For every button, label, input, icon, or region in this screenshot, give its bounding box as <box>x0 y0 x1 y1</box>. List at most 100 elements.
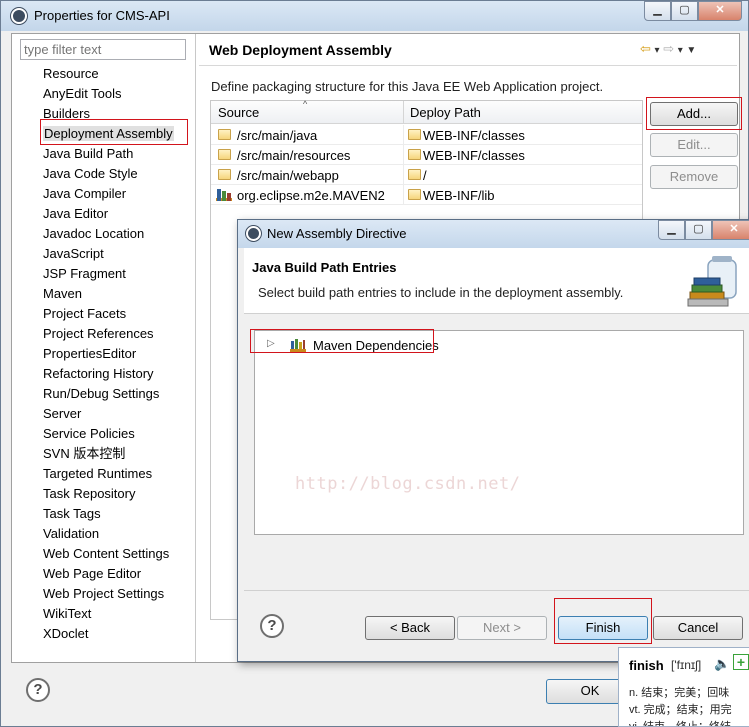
sidebar-item[interactable]: AnyEdit Tools <box>43 84 174 104</box>
source-cell: org.eclipse.m2e.MAVEN2 <box>237 188 385 203</box>
sidebar-item-label: AnyEdit Tools <box>43 86 122 101</box>
sidebar-item[interactable]: Validation <box>43 524 174 544</box>
sidebar-item[interactable]: Project References <box>43 324 174 344</box>
dialog-title: New Assembly Directive <box>267 226 407 241</box>
sidebar-item[interactable]: Task Repository <box>43 484 174 504</box>
sidebar-item[interactable]: JavaScript <box>43 244 174 264</box>
sidebar-divider <box>195 34 196 662</box>
sidebar-item[interactable]: Resource <box>43 64 174 84</box>
sidebar-item[interactable]: Web Project Settings <box>43 584 174 604</box>
column-divider[interactable] <box>403 101 404 124</box>
sidebar-item-label: Resource <box>43 66 99 81</box>
back-button[interactable]: < Back <box>365 616 455 640</box>
build-path-tree[interactable]: ▷ Maven Dependencies http://blog.csdn.ne… <box>254 330 744 535</box>
dialog-maximize-button[interactable]: ▢ <box>685 220 712 240</box>
sidebar-item-label: Java Build Path <box>43 146 134 161</box>
view-menu-icon[interactable]: ▼ <box>686 45 696 56</box>
sidebar-item[interactable]: Run/Debug Settings <box>43 384 174 404</box>
sidebar-item[interactable]: Java Code Style <box>43 164 174 184</box>
sidebar-item[interactable]: Java Compiler <box>43 184 174 204</box>
cell-divider <box>403 185 404 205</box>
sidebar-item-label: XDoclet <box>43 626 89 641</box>
dialog-titlebar[interactable]: New Assembly Directive ▁ ▢ ✕ <box>238 220 749 248</box>
cancel-button[interactable]: Cancel <box>653 616 743 640</box>
column-header-deploy-path[interactable]: Deploy Path <box>410 105 481 120</box>
dictionary-popup: finish ['fɪnɪʃ] 🔈 + n. 结束；完美；回味 vt. 完成；结… <box>618 647 749 727</box>
sidebar-item-label: Run/Debug Settings <box>43 386 160 401</box>
column-header-source[interactable]: Source <box>218 105 259 120</box>
add-word-icon[interactable]: + <box>733 654 749 670</box>
sidebar-item[interactable]: Java Editor <box>43 204 174 224</box>
sidebar-item[interactable]: Web Content Settings <box>43 544 174 564</box>
sidebar-item[interactable]: Targeted Runtimes <box>43 464 174 484</box>
back-arrow-icon[interactable]: ⇦ <box>640 41 651 56</box>
eclipse-icon <box>11 8 27 24</box>
sidebar-item[interactable]: WikiText <box>43 604 174 624</box>
window-titlebar[interactable]: Properties for CMS-API ▁ ▢ ✕ <box>1 1 748 31</box>
sidebar-item-label: Project References <box>43 326 154 341</box>
table-row[interactable]: org.eclipse.m2e.MAVEN2 WEB-INF/lib <box>211 185 642 205</box>
sidebar-item-label: SVN 版本控制 <box>43 446 126 461</box>
sidebar-item-label: WikiText <box>43 606 92 621</box>
sidebar-item[interactable]: Refactoring History <box>43 364 174 384</box>
sidebar-item[interactable]: Web Page Editor <box>43 564 174 584</box>
deploy-path-cell: / <box>423 168 427 183</box>
minimize-button[interactable]: ▁ <box>644 1 671 21</box>
remove-button[interactable]: Remove <box>650 165 738 189</box>
dict-word: finish <box>629 658 664 673</box>
dialog-help-icon[interactable]: ? <box>260 614 284 638</box>
edit-button[interactable]: Edit... <box>650 133 738 157</box>
sidebar-item-label: Java Compiler <box>43 186 127 201</box>
sidebar-item[interactable]: Service Policies <box>43 424 174 444</box>
next-button[interactable]: Next > <box>457 616 547 640</box>
sidebar-item[interactable]: PropertiesEditor <box>43 344 174 364</box>
selection-highlight-box <box>40 119 188 145</box>
sidebar-item-label: Server <box>43 406 82 421</box>
sidebar-item[interactable]: XDoclet <box>43 624 174 644</box>
sidebar-item-label: Javadoc Location <box>43 226 145 241</box>
sidebar-item[interactable]: Server <box>43 404 174 424</box>
sidebar-item-label: Project Facets <box>43 306 127 321</box>
help-icon[interactable]: ? <box>26 678 50 702</box>
speaker-icon[interactable]: 🔈 <box>714 656 730 672</box>
dialog-minimize-button[interactable]: ▁ <box>658 220 685 240</box>
sidebar-item[interactable]: Javadoc Location <box>43 224 174 244</box>
sidebar-item-label: Web Content Settings <box>43 546 170 561</box>
close-button[interactable]: ✕ <box>698 1 742 21</box>
sidebar-item[interactable]: Task Tags <box>43 504 174 524</box>
history-navigation: ⇦ ▾ ⇨ ▾ ▼ <box>640 41 696 57</box>
sidebar-item[interactable]: Java Build Path <box>43 144 174 164</box>
dialog-close-button[interactable]: ✕ <box>712 220 749 240</box>
maximize-button[interactable]: ▢ <box>671 1 698 21</box>
dialog-button-separator <box>244 590 749 591</box>
sidebar-item[interactable]: SVN 版本控制 <box>43 444 174 464</box>
page-description: Define packaging structure for this Java… <box>211 79 604 94</box>
table-row[interactable]: /src/main/java WEB-INF/classes <box>211 125 642 145</box>
table-row[interactable]: /src/main/resources WEB-INF/classes <box>211 145 642 165</box>
sidebar-item[interactable]: Project Facets <box>43 304 174 324</box>
sidebar-item-label: Refactoring History <box>43 366 154 381</box>
sidebar-item-label: JavaScript <box>43 246 104 261</box>
filter-input[interactable] <box>20 39 186 60</box>
sidebar-item-label: Java Code Style <box>43 166 138 181</box>
sidebar-item-label: Task Repository <box>43 486 136 501</box>
property-page-list: Resource AnyEdit Tools Builders Deployment … <box>43 64 174 644</box>
sidebar-item-label: Service Policies <box>43 426 135 441</box>
table-row[interactable]: /src/main/webapp / <box>211 165 642 185</box>
sidebar-item-label: Task Tags <box>43 506 101 521</box>
folder-icon <box>408 169 421 180</box>
forward-dropdown-icon[interactable]: ▾ <box>678 45 683 56</box>
back-dropdown-icon[interactable]: ▾ <box>655 45 660 56</box>
sidebar-item-label: Targeted Runtimes <box>43 466 153 481</box>
finish-button[interactable]: Finish <box>558 616 648 640</box>
add-button[interactable]: Add... <box>650 102 738 126</box>
dialog-header-title: Java Build Path Entries <box>252 260 397 275</box>
sidebar-item[interactable]: Maven <box>43 284 174 304</box>
maven-highlight-box <box>250 329 434 353</box>
dict-definition: vt. 完成；结束；用完 <box>629 704 732 716</box>
eclipse-icon <box>246 226 261 241</box>
sidebar-item[interactable]: JSP Fragment <box>43 264 174 284</box>
sidebar-item-label: Validation <box>43 526 100 541</box>
new-assembly-directive-dialog: New Assembly Directive ▁ ▢ ✕ Java Build … <box>237 219 749 662</box>
forward-arrow-icon[interactable]: ⇨ <box>663 41 674 56</box>
